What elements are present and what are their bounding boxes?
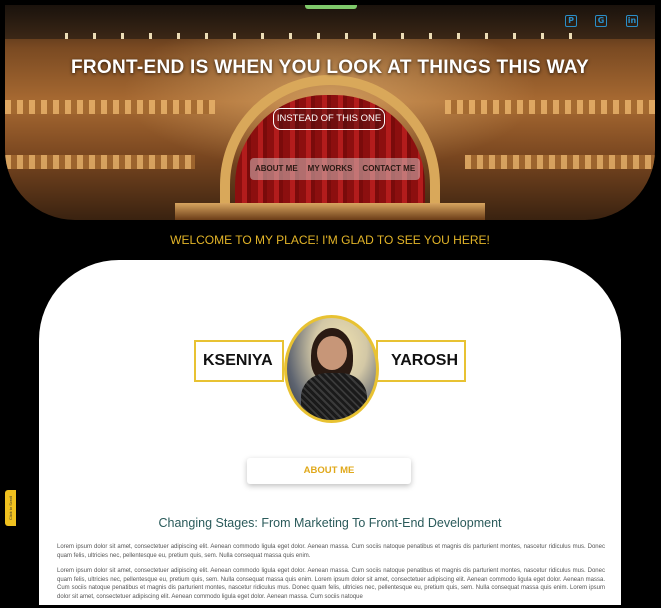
side-scroll-tab[interactable]: Click to Scroll xyxy=(5,490,16,526)
hero-subtitle-pill: INSTEAD OF THIS ONE xyxy=(273,108,385,130)
paragraph: Lorem ipsum dolor sit amet, consectetuer… xyxy=(57,544,605,559)
main-nav: ABOUT ME MY WORKS CONTACT ME xyxy=(250,158,421,180)
nav-contact-me[interactable]: CONTACT ME xyxy=(357,158,420,180)
theater-lights xyxy=(65,33,595,39)
first-name-box: KSENIYA xyxy=(194,340,284,382)
pinterest-icon[interactable]: P xyxy=(565,15,577,27)
nav-my-works[interactable]: MY WORKS xyxy=(303,158,358,180)
avatar-face xyxy=(317,336,347,370)
nav-about-me[interactable]: ABOUT ME xyxy=(250,158,303,180)
theater-balcony-left-lower xyxy=(5,155,195,169)
welcome-text: WELCOME TO MY PLACE! I'M GLAD TO SEE YOU… xyxy=(170,233,490,247)
theater-balcony-right-lower xyxy=(465,155,655,169)
about-me-button[interactable]: ABOUT ME xyxy=(247,458,411,484)
avatar xyxy=(284,315,379,423)
section-title: Changing Stages: From Marketing To Front… xyxy=(158,516,502,530)
last-name-box: YAROSH xyxy=(376,340,466,382)
stage-floor xyxy=(175,203,485,220)
top-accent-bar xyxy=(305,5,357,9)
linkedin-icon[interactable]: in xyxy=(626,15,638,27)
theater-balcony-left xyxy=(5,100,215,114)
hero-banner: FRONT-END IS WHEN YOU LOOK AT THINGS THI… xyxy=(5,5,655,220)
profile-card: KSENIYA YAROSH ABOUT ME Changing Stages:… xyxy=(39,260,621,605)
hero-title: FRONT-END IS WHEN YOU LOOK AT THINGS THI… xyxy=(70,57,590,78)
page: FRONT-END IS WHEN YOU LOOK AT THINGS THI… xyxy=(5,5,655,605)
paragraph: Lorem ipsum dolor sit amet, consectetuer… xyxy=(57,568,605,600)
avatar-jacket xyxy=(301,373,367,420)
github-icon[interactable]: G xyxy=(595,15,607,27)
theater-balcony-right xyxy=(445,100,655,114)
